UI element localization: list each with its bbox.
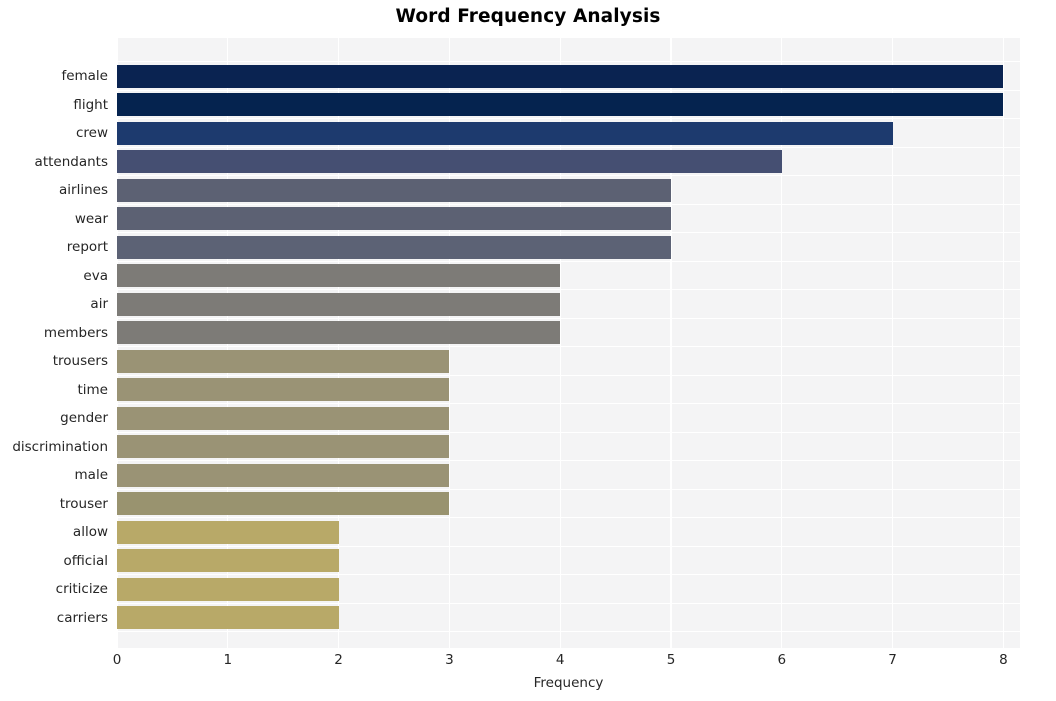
y-tick-label: eva — [83, 267, 108, 284]
y-tick-label: report — [66, 239, 108, 255]
y-axis-tick-labels: female flight crew attendants airlines wear re… — [0, 0, 1056, 701]
y-tick-label: flight — [73, 96, 108, 113]
y-tick-label: trousers — [52, 353, 108, 369]
y-tick-label: attendants — [34, 153, 108, 170]
y-tick-label: allow — [72, 524, 108, 540]
y-tick-label: crew — [75, 125, 108, 141]
y-tick-label: trouser — [59, 495, 108, 512]
x-tick-label: 3 — [445, 652, 454, 668]
y-tick-label: members — [43, 324, 108, 341]
y-tick-label: time — [77, 381, 108, 398]
word-frequency-chart: Word Frequency Analysis female flight crew… — [0, 0, 1056, 701]
x-tick-label: 7 — [888, 652, 897, 668]
x-axis-title: Frequency — [533, 675, 604, 691]
x-tick-label: 0 — [112, 652, 122, 668]
y-tick-label: discrimination — [12, 438, 108, 455]
x-tick-label: 4 — [555, 652, 565, 668]
y-tick-label: airlines — [59, 182, 108, 198]
x-tick-label: 2 — [334, 652, 343, 668]
y-tick-label: male — [74, 467, 108, 483]
y-tick-label: official — [63, 552, 108, 569]
x-tick-label: 6 — [777, 652, 787, 668]
y-tick-label: air — [90, 296, 108, 312]
y-tick-label: wear — [74, 210, 108, 227]
x-tick-label: 1 — [223, 652, 233, 668]
x-tick-label: 5 — [666, 652, 676, 668]
y-tick-label: gender — [60, 410, 108, 426]
y-tick-label: criticize — [55, 581, 108, 597]
x-tick-label: 8 — [999, 652, 1008, 668]
y-tick-label: female — [61, 68, 108, 84]
y-tick-label: carriers — [56, 609, 108, 626]
